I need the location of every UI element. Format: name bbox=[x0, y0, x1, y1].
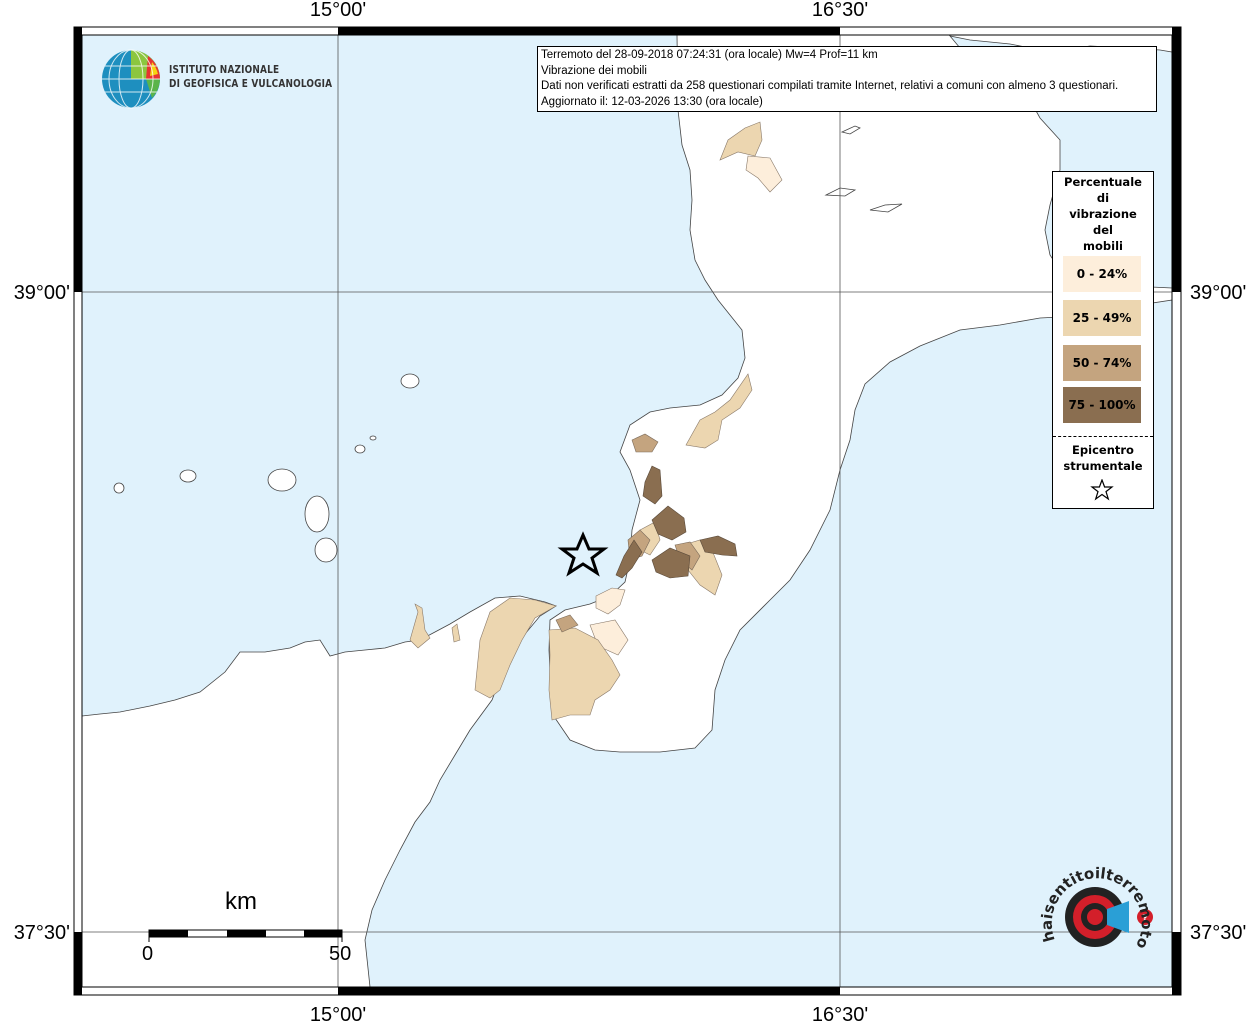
info-updated: Aggiornato il: 12-03-2026 13:30 (ora loc… bbox=[541, 95, 763, 108]
legend-title: Percentuale di vibrazione del mobili bbox=[1064, 175, 1142, 253]
scale-end: 50 bbox=[329, 943, 352, 965]
info-data-note: Dati non verificati estratti da 258 ques… bbox=[541, 80, 1119, 92]
ingv-name: ISTITUTO NAZIONALE DI GEOFISICA E VULCAN… bbox=[169, 64, 333, 90]
hst-logo: ? haisentitoilterremoto.it bbox=[1035, 865, 1156, 952]
tick-left-top: 39°00' bbox=[14, 282, 70, 304]
scale-start: 0 bbox=[142, 943, 154, 965]
tick-right-top: 39°00' bbox=[1190, 282, 1246, 304]
tick-right-bottom: 37°30' bbox=[1190, 922, 1246, 944]
legend-epicenter-label: Epicentro strumentale bbox=[1063, 443, 1143, 473]
info-parameter: Vibrazione dei mobili bbox=[541, 64, 647, 77]
scale-unit: km bbox=[225, 888, 257, 915]
tick-top-right: 16°30' bbox=[812, 0, 868, 21]
legend-class-50-74: 50 - 74% bbox=[1063, 345, 1141, 381]
legend-class-75-100: 75 - 100% bbox=[1063, 387, 1141, 423]
legend-class-0-24: 0 - 24% bbox=[1063, 256, 1141, 292]
legend-star-icon bbox=[1090, 479, 1114, 501]
tick-bottom-right: 16°30' bbox=[812, 1004, 868, 1024]
tick-left-bottom: 37°30' bbox=[14, 922, 70, 944]
tick-bottom-left: 15°00' bbox=[310, 1004, 366, 1024]
info-box: Terremoto del 28-09-2018 07:24:31 (ora l… bbox=[537, 46, 1157, 112]
legend-class-25-49: 25 - 49% bbox=[1063, 300, 1141, 336]
legend: Percentuale di vibrazione del mobili 0 -… bbox=[1052, 171, 1154, 509]
tick-top-left: 15°00' bbox=[310, 0, 366, 21]
legend-divider bbox=[1053, 436, 1153, 437]
info-event: Terremoto del 28-09-2018 07:24:31 (ora l… bbox=[541, 49, 878, 61]
ingv-globe-logo bbox=[102, 49, 160, 109]
